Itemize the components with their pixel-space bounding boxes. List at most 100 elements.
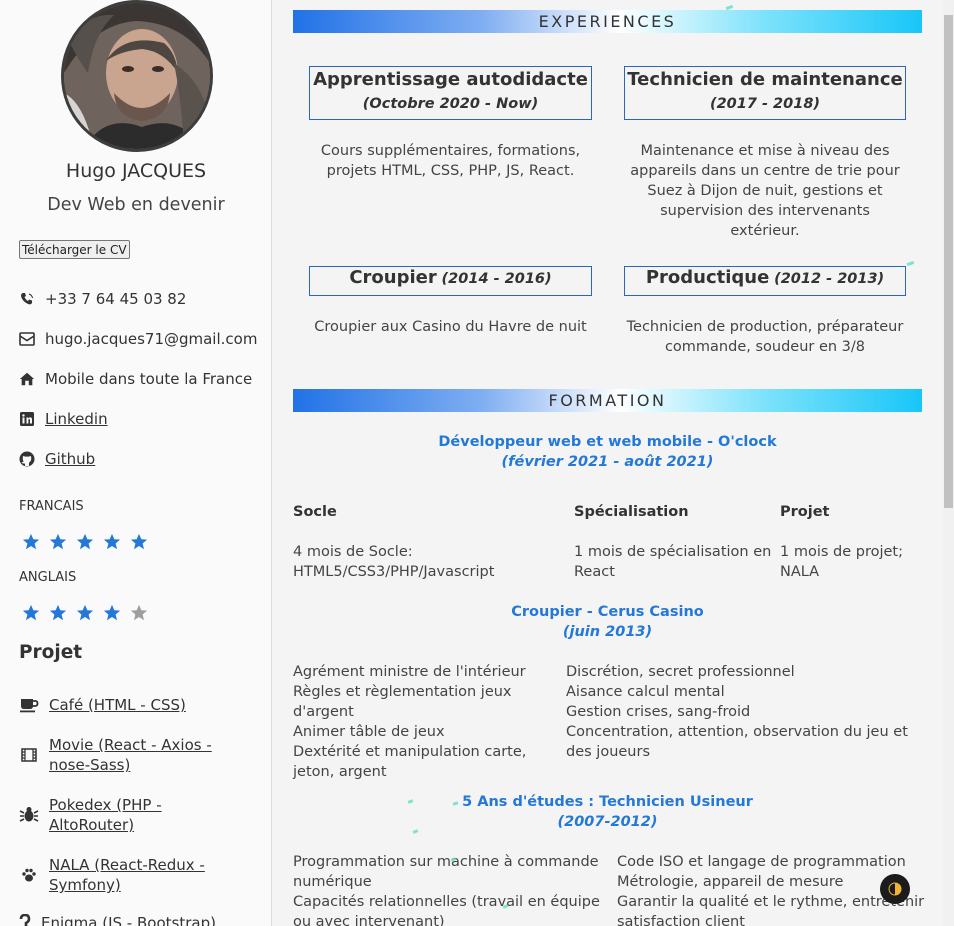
skill-item: Discrétion, secret professionnel — [566, 664, 795, 680]
home-icon — [19, 371, 35, 387]
column-text: 4 mois de Socle: HTML5/CSS3/PHP/Javascri… — [293, 544, 495, 580]
question-icon — [19, 913, 31, 926]
github-icon — [19, 451, 35, 467]
email-address[interactable]: hugo.jacques71@gmail.com — [45, 330, 257, 348]
envelope-icon — [19, 331, 35, 347]
star-filled-icon — [22, 533, 40, 550]
formation-date: (2007-2012) — [557, 814, 658, 830]
film-icon — [19, 745, 39, 765]
download-cv-button[interactable]: Télécharger le CV — [19, 240, 130, 259]
star-filled-icon — [49, 604, 67, 621]
experience-date: (2014 - 2016) — [441, 271, 552, 287]
scrollbar[interactable] — [943, 0, 954, 926]
star-filled-icon — [130, 533, 148, 550]
decorative-sparkle — [906, 260, 915, 267]
phone-number: +33 7 64 45 03 82 — [45, 290, 187, 308]
project-item[interactable]: Enigma (JS - Bootstrap) — [19, 913, 234, 926]
decorative-sparkle — [412, 829, 419, 834]
contact-phone: +33 7 64 45 03 82 — [19, 287, 186, 311]
skill-item: Règles et règlementation jeux d'argent — [293, 684, 512, 720]
project-link[interactable]: Café (HTML - CSS) — [49, 695, 186, 715]
experience-description: Cours supplémentaires, formations, proje… — [320, 143, 581, 179]
project-link[interactable]: Enigma (JS - Bootstrap) — [41, 913, 216, 926]
linkedin-link[interactable]: Linkedin — [45, 410, 108, 428]
column-text: 1 mois de spécialisation en React — [574, 544, 772, 580]
language-name-english: ANGLAIS — [19, 570, 77, 585]
project-link[interactable]: Pokedex (PHP - AltoRouter) — [49, 795, 219, 835]
column-header: Projet — [780, 504, 830, 520]
project-item[interactable]: NALA (React-Redux - Symfony) — [19, 855, 234, 895]
profile-subtitle: Dev Web en devenir — [47, 195, 225, 215]
skill-item: Concentration, attention, observation du… — [566, 724, 908, 760]
skill-item: Capacités relationnelles (travail en équ… — [293, 894, 600, 926]
avatar — [61, 0, 213, 152]
column-header: Spécialisation — [574, 504, 689, 520]
skill-item: Gestion crises, sang-froid — [566, 704, 751, 720]
project-item[interactable]: Movie (React - Axios - nose-Sass) — [19, 735, 234, 775]
rating-english — [22, 604, 148, 622]
formation-banner: FORMATION — [293, 389, 922, 412]
skill-item: Aisance calcul mental — [566, 684, 725, 700]
star-filled-icon — [76, 604, 94, 621]
contact-email: hugo.jacques71@gmail.com — [19, 327, 257, 351]
phone-icon — [19, 291, 35, 307]
profile-photo — [64, 3, 210, 149]
language-name-french: FRANCAIS — [19, 499, 84, 514]
experience-card: Croupier (2014 - 2016) — [309, 266, 592, 296]
experience-card: Productique (2012 - 2013) — [624, 266, 906, 296]
contact-github[interactable]: Github — [19, 447, 95, 471]
theme-toggle-button[interactable] — [880, 874, 910, 904]
formation-title: 5 Ans d'études : Technicien Usineur (200… — [293, 792, 922, 832]
skill-item: Dextérité et manipulation carte, jeton, … — [293, 744, 527, 780]
scrollbar-thumb[interactable] — [944, 15, 953, 508]
experience-title: Croupier — [349, 267, 437, 288]
formation-name: Développeur web et web mobile - O'clock — [438, 434, 777, 450]
formation-date: (juin 2013) — [562, 624, 653, 640]
skill-item: Agrément ministre de l'intérieur — [293, 664, 526, 680]
skill-item: Garantir la qualité et le rythme, entret… — [617, 894, 925, 926]
star-filled-icon — [49, 533, 67, 550]
experience-date: (2017 - 2018) — [709, 96, 821, 112]
experiences-banner: EXPERIENCES — [293, 10, 922, 33]
half-moon-icon — [888, 882, 902, 896]
project-item[interactable]: Pokedex (PHP - AltoRouter) — [19, 795, 219, 835]
skill-item: Animer tâble de jeux — [293, 724, 445, 740]
star-filled-icon — [103, 604, 121, 621]
formation-name: Croupier - Cerus Casino — [511, 604, 704, 620]
skills-left: Agrément ministre de l'intérieur Règles … — [293, 662, 558, 782]
contact-location: Mobile dans toute la France — [19, 367, 252, 391]
paw-icon — [19, 865, 39, 885]
column-header: Socle — [293, 504, 337, 520]
linkedin-icon — [19, 411, 35, 427]
main-content: EXPERIENCES Apprentissage autodidacte (O… — [273, 0, 943, 926]
skill-item: Code ISO et langage de programmation — [617, 854, 906, 870]
location-text: Mobile dans toute la France — [45, 370, 253, 388]
coffee-icon — [19, 695, 39, 715]
experience-title: Productique — [645, 267, 770, 288]
project-link[interactable]: Movie (React - Axios - nose-Sass) — [49, 735, 234, 775]
contact-linkedin[interactable]: Linkedin — [19, 407, 108, 431]
star-filled-icon — [103, 533, 121, 550]
formation-name: 5 Ans d'études : Technicien Usineur — [462, 794, 753, 810]
formation-title: Développeur web et web mobile - O'clock … — [293, 432, 922, 472]
github-link[interactable]: Github — [45, 450, 95, 468]
experience-card: Technicien de maintenance (2017 - 2018) — [624, 66, 906, 120]
rating-french — [22, 533, 148, 551]
projects-heading: Projet — [19, 642, 83, 663]
project-link[interactable]: NALA (React-Redux - Symfony) — [49, 855, 234, 895]
experience-description: Technicien de production, préparateur co… — [626, 319, 904, 355]
star-empty-icon — [130, 604, 148, 621]
project-item[interactable]: Café (HTML - CSS) — [19, 695, 186, 715]
bug-icon — [19, 805, 39, 825]
star-filled-icon — [76, 533, 94, 550]
experience-title: Apprentissage autodidacte — [313, 69, 588, 90]
skills-left: Programmation sur machine à commande num… — [293, 852, 611, 926]
experience-title: Technicien de maintenance — [627, 69, 903, 90]
star-filled-icon — [22, 604, 40, 621]
experience-date: (2012 - 2013) — [774, 271, 885, 287]
skills-right: Discrétion, secret professionnel Aisance… — [566, 662, 926, 762]
experience-card: Apprentissage autodidacte (Octobre 2020 … — [309, 66, 592, 120]
formation-title: Croupier - Cerus Casino (juin 2013) — [293, 602, 922, 642]
sidebar: Hugo JACQUES Dev Web en devenir Téléchar… — [0, 0, 272, 926]
profile-name: Hugo JACQUES — [65, 160, 207, 182]
